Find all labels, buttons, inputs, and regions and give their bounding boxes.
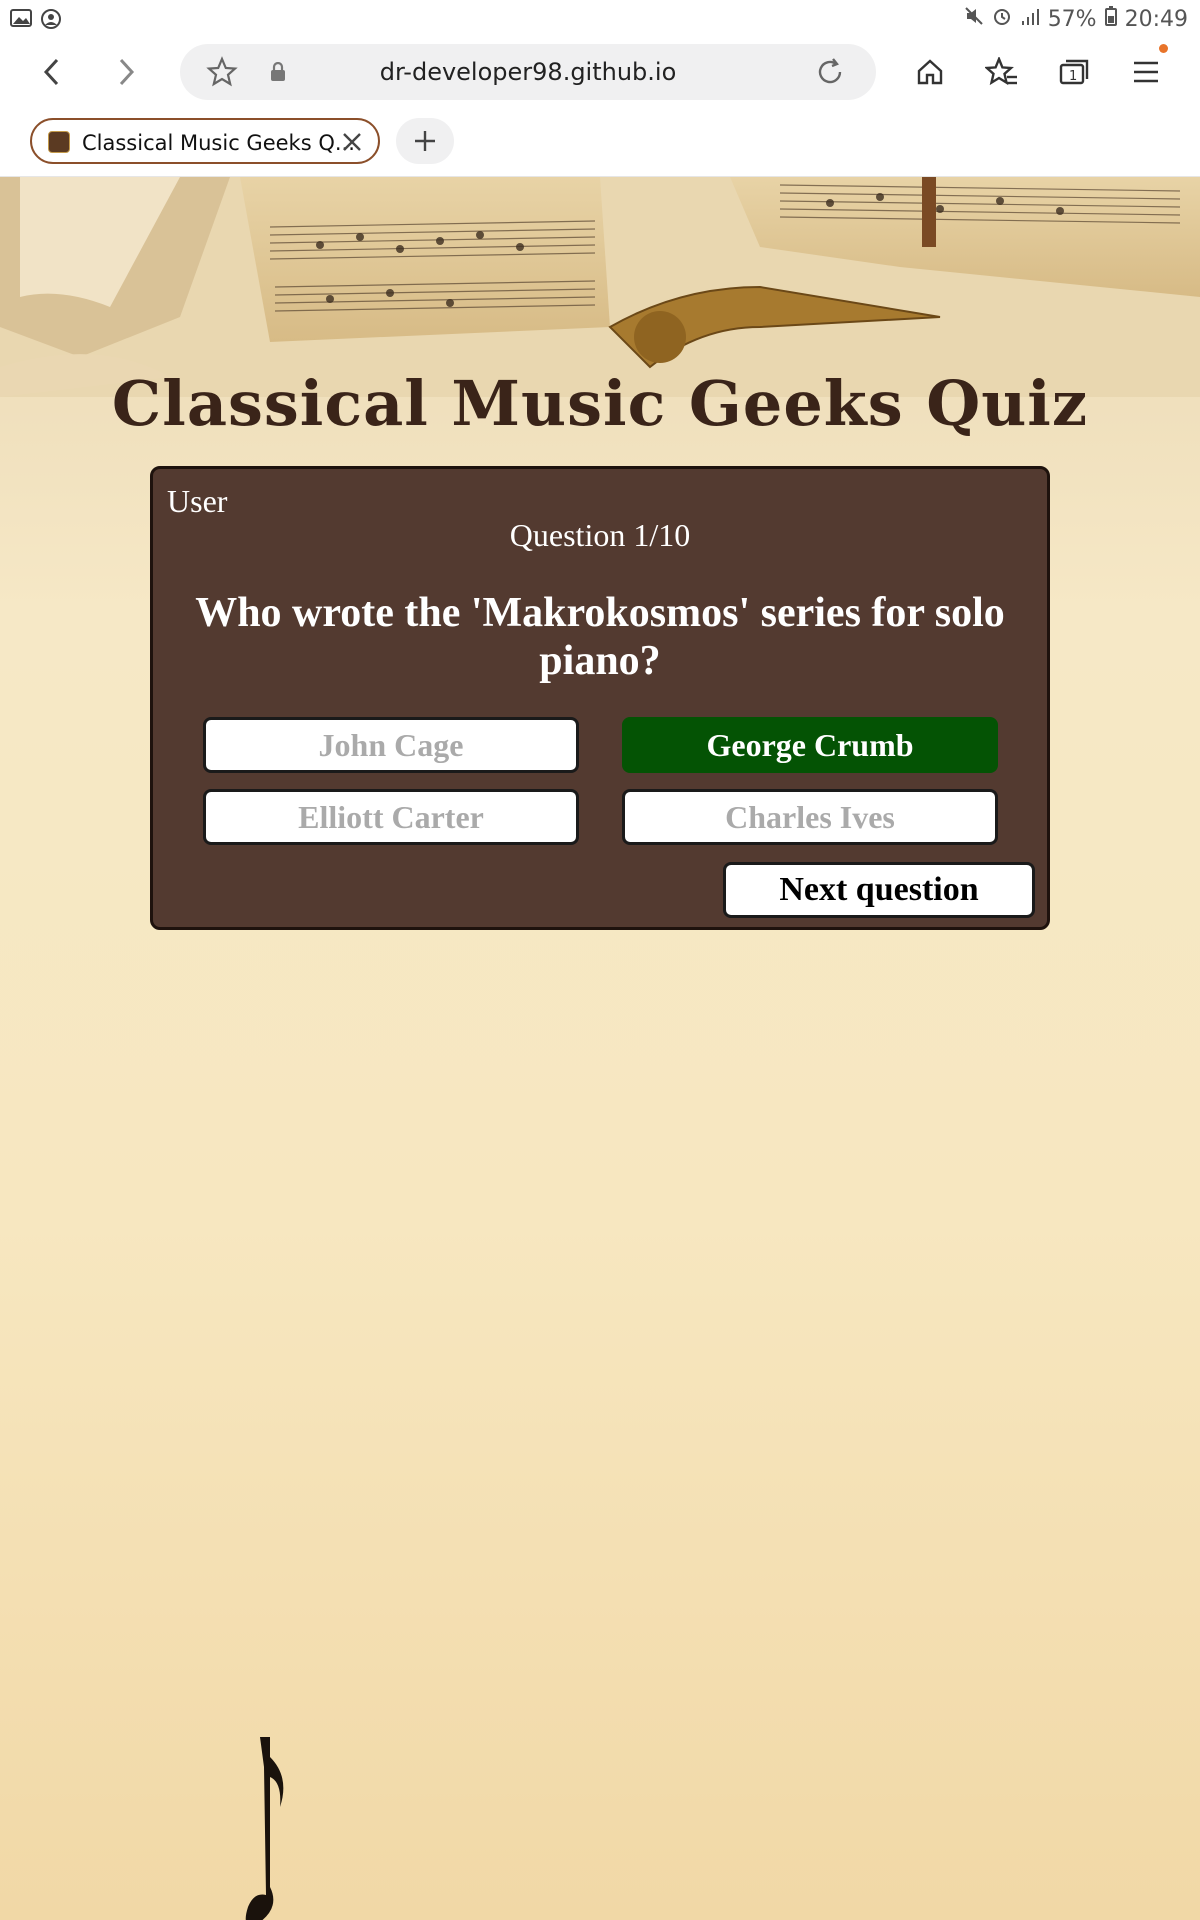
quiz-page: Classical Music Geeks Quiz User Question… bbox=[0, 177, 1200, 1920]
home-icon[interactable] bbox=[908, 50, 952, 94]
status-bar: 57% 20:49 bbox=[0, 0, 1200, 38]
bookmarks-icon[interactable] bbox=[980, 50, 1024, 94]
page-title: Classical Music Geeks Quiz bbox=[111, 367, 1089, 440]
sheet-music-background bbox=[0, 177, 1200, 397]
browser-toolbar: dr-developer98.github.io 1 bbox=[0, 38, 1200, 106]
address-bar[interactable]: dr-developer98.github.io bbox=[180, 44, 876, 100]
alarm-icon bbox=[992, 6, 1012, 32]
tabs-count: 1 bbox=[1069, 69, 1077, 84]
new-tab-icon[interactable] bbox=[396, 118, 454, 164]
tab-title: Classical Music Geeks Q... bbox=[82, 131, 355, 155]
username: User bbox=[167, 483, 228, 519]
reload-icon[interactable] bbox=[814, 56, 846, 93]
answer-button-1[interactable]: John Cage bbox=[203, 717, 579, 773]
notification-dot bbox=[1159, 44, 1168, 53]
mute-icon bbox=[964, 6, 984, 32]
back-icon[interactable] bbox=[30, 50, 74, 94]
quiz-card: User Question 1/10 Who wrote the 'Makrok… bbox=[150, 466, 1050, 930]
signal-icon bbox=[1020, 7, 1040, 32]
forward-icon[interactable] bbox=[104, 50, 148, 94]
menu-icon[interactable] bbox=[1124, 44, 1168, 94]
tab-close-icon[interactable] bbox=[338, 128, 366, 156]
battery-percent: 57% bbox=[1047, 6, 1097, 32]
battery-icon bbox=[1104, 6, 1117, 32]
tabs-icon[interactable]: 1 bbox=[1052, 50, 1096, 94]
favicon-icon bbox=[48, 131, 70, 153]
image-icon bbox=[10, 8, 32, 35]
browser-tab[interactable]: Classical Music Geeks Q... bbox=[30, 118, 380, 164]
answer-button-4[interactable]: Charles Ives bbox=[622, 789, 998, 845]
url-text: dr-developer98.github.io bbox=[379, 58, 677, 86]
music-note-icon bbox=[245, 1737, 284, 1920]
question-counter: Question 1/10 bbox=[509, 517, 691, 553]
question-text: Who wrote the 'Makrokosmos' series for s… bbox=[195, 590, 1005, 684]
clock-time: 20:49 bbox=[1124, 6, 1188, 32]
answer-button-3[interactable]: Elliott Carter bbox=[203, 789, 579, 845]
account-icon bbox=[40, 8, 62, 35]
answer-button-2[interactable]: George Crumb bbox=[622, 717, 998, 773]
tab-bar: Classical Music Geeks Q... bbox=[0, 106, 1200, 177]
next-question-button[interactable]: Next question bbox=[723, 862, 1035, 918]
